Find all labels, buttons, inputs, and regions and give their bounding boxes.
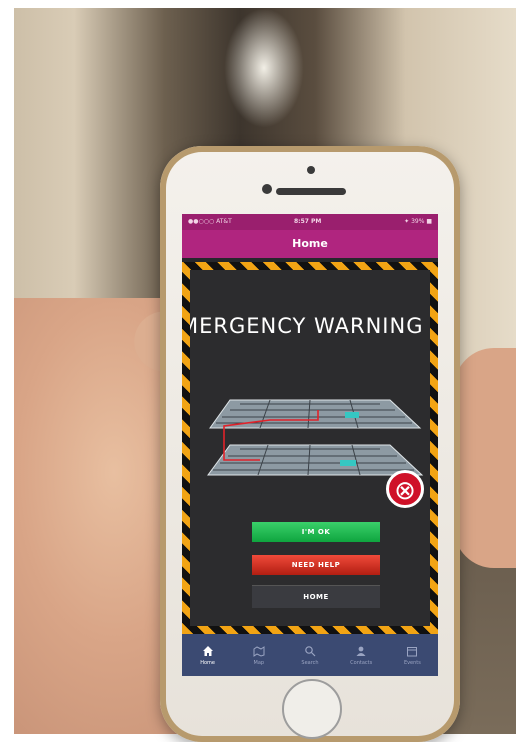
phone-device: ●●○○○ AT&T 8:57 PM ✦ 39% ■ Home MERGENCY… <box>160 146 460 742</box>
close-icon[interactable]: ⊗ <box>386 470 424 508</box>
home-icon <box>202 645 213 656</box>
tab-label: Map <box>253 659 265 666</box>
home-button[interactable]: HOME <box>252 585 380 608</box>
hand-fingers <box>454 348 516 568</box>
corridor-light <box>224 8 304 128</box>
tab-label: Contacts <box>350 659 373 666</box>
nav-title: Home <box>182 230 438 258</box>
search-icon <box>305 645 316 656</box>
floorplan-3d-map <box>207 399 424 476</box>
tab-bar: Home Map Search Contacts Events <box>182 634 438 676</box>
status-battery: ✦ 39% ■ <box>404 218 432 225</box>
tab-contacts[interactable]: Contacts <box>336 634 387 676</box>
need-help-button[interactable]: NEED HELP <box>252 555 380 575</box>
tab-events[interactable]: Events <box>387 634 438 676</box>
tab-map[interactable]: Map <box>233 634 284 676</box>
emergency-alert-frame: MERGENCY WARNING ⊗ I'M OK NEED HELP HOME <box>182 262 438 634</box>
front-camera <box>307 166 315 174</box>
status-time: 8:57 PM <box>294 218 322 225</box>
alert-title: MERGENCY WARNING <box>190 314 424 338</box>
tab-label: Home <box>200 659 215 666</box>
contacts-icon <box>356 646 366 656</box>
phone-screen: ●●○○○ AT&T 8:57 PM ✦ 39% ■ Home MERGENCY… <box>182 214 438 676</box>
im-ok-button[interactable]: I'M OK <box>252 522 380 542</box>
phone-home-button[interactable] <box>282 679 342 739</box>
earpiece-speaker <box>276 188 346 195</box>
tab-search[interactable]: Search <box>284 634 335 676</box>
tab-label: Events <box>403 659 421 666</box>
tab-label: Search <box>301 659 319 666</box>
status-carrier: ●●○○○ AT&T <box>188 218 232 225</box>
emergency-alert-panel: MERGENCY WARNING ⊗ I'M OK NEED HELP HOME <box>190 270 430 626</box>
sensor <box>262 184 272 194</box>
events-icon <box>407 646 418 656</box>
map-icon <box>253 645 265 657</box>
tab-home[interactable]: Home <box>182 634 233 676</box>
status-bar: ●●○○○ AT&T 8:57 PM ✦ 39% ■ <box>182 214 438 230</box>
